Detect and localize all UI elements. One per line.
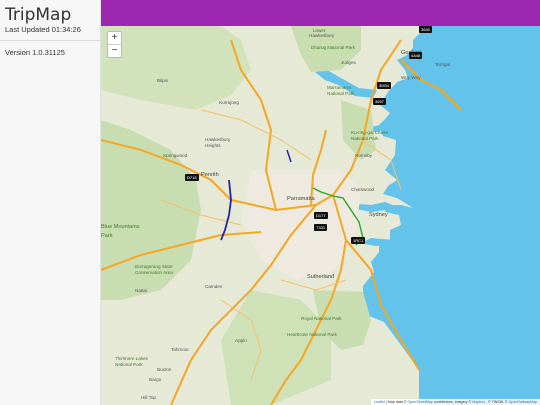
- map-view[interactable]: Lower Hawkesbury Dharug National Park Ju…: [101, 0, 540, 405]
- place-label: Bargo: [149, 377, 162, 382]
- park-south: [221, 290, 331, 405]
- place-label: Hill Top: [141, 395, 156, 400]
- app-title: TripMap: [5, 5, 72, 25]
- place-label: Camden: [205, 284, 223, 289]
- place-label: Springwood: [163, 153, 188, 158]
- vehicle-marker[interactable]: 4A48: [409, 52, 423, 59]
- zoom-in-button[interactable]: +: [108, 32, 121, 44]
- openrailwaymap-link[interactable]: OpenRailwayMap: [509, 400, 537, 404]
- top-bar: [101, 0, 540, 26]
- divider: [0, 40, 100, 41]
- leaflet-link[interactable]: Leaflet: [374, 400, 385, 404]
- vehicle-marker[interactable]: 3640: [419, 26, 432, 33]
- park-label: Thirlmere Lakes: [115, 356, 148, 361]
- attribution-text: contributors, Imagery ©: [433, 400, 472, 404]
- place-label: Chatswood: [351, 187, 374, 192]
- vehicle-marker[interactable]: 3M34: [377, 82, 392, 89]
- place-label: Sydney: [369, 212, 388, 218]
- park-north-west: [101, 26, 251, 110]
- map-tiles[interactable]: [101, 0, 540, 405]
- place-label: Penrith: [201, 172, 219, 178]
- vehicle-marker[interactable]: D177: [314, 212, 328, 219]
- place-label: Hawkesbury: [309, 33, 335, 38]
- attribution-text: , © TfNSW, ©: [486, 400, 508, 404]
- place-label: Heights: [205, 143, 221, 148]
- park-label: National Park: [327, 91, 355, 96]
- osm-link[interactable]: OpenStreetMap: [407, 400, 432, 404]
- park-label: Dharug National Park: [311, 45, 355, 50]
- route-blue[interactable]: [220, 179, 232, 241]
- park-label: National Park: [115, 362, 143, 367]
- park-label: Heathcote National Park: [287, 332, 337, 337]
- vehicle-marker[interactable]: T331: [314, 224, 328, 231]
- vehicle-marker[interactable]: D718: [185, 174, 199, 181]
- vehicle-marker[interactable]: 3697: [373, 98, 386, 105]
- place-label: Kurrajong: [219, 100, 239, 105]
- park-label: Park: [101, 233, 113, 239]
- place-label: Appin: [235, 338, 247, 343]
- sidebar: TripMap Last Updated 01:34:26 Version 1.…: [0, 0, 101, 405]
- last-updated-text: Last Updated 01:34:26: [5, 25, 81, 34]
- park-label: Burragorang State: [135, 264, 173, 269]
- attribution-text: | Map data ©: [385, 400, 407, 404]
- place-label: Parramatta: [287, 196, 315, 202]
- park-label: Marramarra: [327, 85, 351, 90]
- park-label: Conservation Area: [135, 270, 173, 275]
- park-label: Ku-ring-gai Chase: [351, 130, 389, 135]
- place-label: Tahmoor: [171, 347, 189, 352]
- place-label: Sutherland: [307, 274, 335, 280]
- map-attribution: Leaflet | Map data © OpenStreetMap contr…: [371, 399, 540, 405]
- vehicle-marker[interactable]: 1RC1: [351, 237, 366, 244]
- version-text: Version 1.0.31125: [5, 48, 65, 57]
- inlet-botany: [361, 238, 393, 246]
- park-label: Royal National Park: [301, 316, 342, 321]
- place-label: Hawkesbury: [205, 137, 231, 142]
- mapbox-link[interactable]: Mapbox: [472, 400, 485, 404]
- place-label: Judges: [341, 60, 356, 65]
- place-label: Terrigal: [435, 62, 451, 67]
- place-label: Bilpin: [157, 78, 169, 83]
- place-label: Nattai: [135, 288, 148, 293]
- park-label: National Park: [351, 136, 379, 141]
- place-label: Hornsby: [355, 153, 373, 158]
- zoom-control: + −: [107, 31, 122, 58]
- park-label: Blue Mountains: [101, 224, 140, 230]
- place-label: Woy Woy: [401, 75, 421, 80]
- zoom-out-button[interactable]: −: [108, 44, 121, 57]
- route-blue-short[interactable]: [286, 149, 292, 163]
- place-label: Buxton: [157, 367, 172, 372]
